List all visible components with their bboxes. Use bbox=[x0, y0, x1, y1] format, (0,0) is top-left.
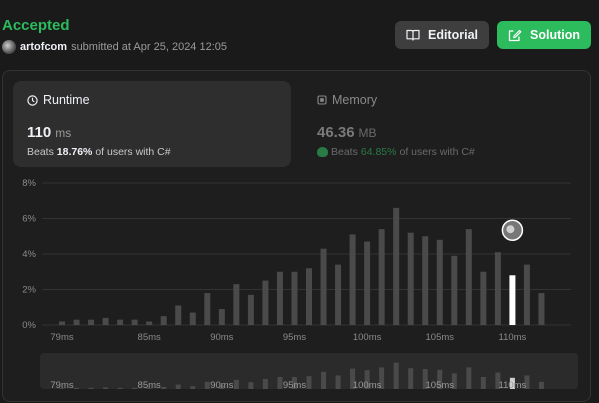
overview-bar bbox=[248, 382, 254, 389]
highlight-bar[interactable] bbox=[509, 275, 516, 325]
bar[interactable] bbox=[451, 255, 458, 325]
overview-bar bbox=[74, 387, 80, 389]
overview-bar bbox=[132, 387, 138, 389]
bar[interactable] bbox=[247, 294, 254, 325]
x-tick-label: 110ms bbox=[499, 332, 527, 343]
overview-bar bbox=[117, 387, 123, 389]
overview-bar bbox=[393, 362, 399, 389]
x-tick-label: 95ms bbox=[283, 332, 306, 343]
y-tick-label: 6% bbox=[22, 214, 36, 225]
bar[interactable] bbox=[335, 264, 342, 325]
bar[interactable] bbox=[306, 268, 312, 325]
overview-bar bbox=[538, 381, 544, 389]
overview-bar bbox=[103, 387, 109, 389]
bar[interactable] bbox=[59, 321, 65, 325]
bar[interactable] bbox=[320, 248, 327, 325]
overview-bar bbox=[233, 379, 239, 389]
bar[interactable] bbox=[189, 312, 196, 325]
avatar-highlight bbox=[506, 225, 515, 234]
y-tick-label: 8% bbox=[22, 178, 36, 189]
bar[interactable] bbox=[480, 271, 487, 325]
bar[interactable] bbox=[465, 229, 472, 325]
overview-bar bbox=[262, 379, 268, 389]
bar[interactable] bbox=[538, 293, 545, 325]
overview-bar bbox=[161, 387, 167, 389]
overview-bar bbox=[480, 377, 486, 389]
x-tick-label: 85ms bbox=[138, 332, 161, 343]
y-tick-label: 0% bbox=[22, 320, 36, 331]
overview-bar bbox=[306, 376, 312, 389]
bar[interactable] bbox=[73, 319, 80, 325]
bar[interactable] bbox=[131, 319, 138, 325]
bar[interactable] bbox=[233, 284, 240, 325]
overview-bar bbox=[175, 384, 181, 389]
bar[interactable] bbox=[262, 280, 269, 325]
bar[interactable] bbox=[117, 319, 124, 325]
bar[interactable] bbox=[102, 317, 109, 325]
bar[interactable] bbox=[349, 234, 356, 325]
bar[interactable] bbox=[146, 321, 153, 325]
overview-x-tick-label: 110ms bbox=[499, 380, 527, 391]
x-tick-label: 105ms bbox=[426, 332, 455, 343]
bar[interactable] bbox=[364, 241, 371, 325]
overview-bar bbox=[335, 375, 341, 389]
bar[interactable] bbox=[523, 264, 530, 325]
overview-x-tick-label: 95ms bbox=[283, 380, 306, 391]
bar[interactable] bbox=[393, 207, 400, 325]
overview-bar bbox=[88, 387, 94, 389]
bar[interactable] bbox=[204, 293, 211, 325]
overview-x-tick-label: 100ms bbox=[353, 380, 382, 391]
bar[interactable] bbox=[218, 309, 225, 325]
overview-x-tick-label: 79ms bbox=[50, 380, 73, 391]
runtime-distribution-chart[interactable]: 8% 6% 4% 2% 0% 79ms 85ms 90ms 95ms 100ms 105ms 110m… bbox=[0, 0, 599, 403]
overview-x-tick-label: 90ms bbox=[210, 380, 233, 391]
bar[interactable] bbox=[160, 316, 167, 325]
bar[interactable] bbox=[494, 252, 501, 325]
x-tick-label: 90ms bbox=[210, 332, 233, 343]
bar[interactable] bbox=[291, 271, 298, 325]
y-tick-label: 4% bbox=[22, 249, 36, 260]
overview-bar bbox=[321, 371, 327, 389]
bar[interactable] bbox=[175, 305, 182, 325]
overview-bar bbox=[204, 381, 210, 389]
bar[interactable] bbox=[276, 271, 283, 325]
overview-bar bbox=[277, 377, 283, 389]
overview-bar bbox=[408, 368, 414, 389]
overview-x-tick-label: 85ms bbox=[138, 380, 161, 391]
bar[interactable] bbox=[422, 236, 429, 325]
y-tick-label: 2% bbox=[22, 285, 36, 296]
overview-bar bbox=[466, 367, 472, 389]
x-tick-label: 100ms bbox=[353, 332, 382, 343]
bar[interactable] bbox=[436, 239, 443, 325]
bar[interactable] bbox=[378, 229, 385, 325]
bar[interactable] bbox=[88, 319, 95, 325]
bar[interactable] bbox=[407, 232, 414, 325]
overview-x-tick-label: 105ms bbox=[426, 380, 455, 391]
overview-bar bbox=[190, 386, 196, 389]
x-tick-label: 79ms bbox=[50, 332, 73, 343]
